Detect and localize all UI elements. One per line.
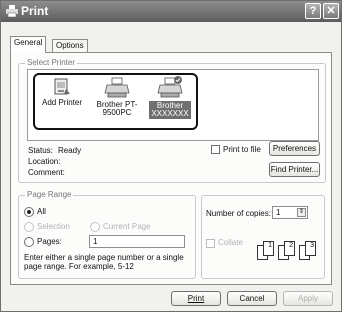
copies-label: Number of copies: xyxy=(206,209,271,218)
window-title: Print xyxy=(21,4,49,18)
comment-label: Comment: xyxy=(28,168,65,177)
radio-current-page-label: Current Page xyxy=(103,222,151,231)
collate-page-1b: 1 xyxy=(263,241,274,256)
radio-pages[interactable] xyxy=(24,237,34,247)
page-range-help-text: Enter either a single page number or a s… xyxy=(24,253,184,271)
collate-page-3b: 3 xyxy=(305,241,316,256)
radio-current-page[interactable] xyxy=(90,222,100,232)
print-button-label: Print xyxy=(187,294,205,303)
collate-page-2b: 2 xyxy=(284,241,295,256)
preferences-button[interactable]: Preferences xyxy=(269,141,320,156)
radio-pages-label: Pages: xyxy=(37,237,62,246)
status-value: Ready xyxy=(58,146,82,155)
radio-all[interactable] xyxy=(24,207,34,217)
select-printer-label: Select Printer xyxy=(25,58,78,67)
radio-selection[interactable] xyxy=(24,222,34,232)
status-label: Status: xyxy=(28,146,53,155)
radio-selection-label: Selection xyxy=(37,222,70,231)
title-bar[interactable]: Print ? ✕ xyxy=(1,1,341,22)
copies-spinner[interactable]: ⇕ xyxy=(297,208,306,217)
cancel-button[interactable]: Cancel xyxy=(227,291,277,306)
print-dialog: Print ? ✕ General Options Select Printer… xyxy=(0,0,342,312)
location-label: Location: xyxy=(28,157,61,166)
page-range-label: Page Range xyxy=(25,190,74,199)
tab-options-label: Options xyxy=(56,41,84,50)
printer-icon xyxy=(6,5,18,17)
find-printer-button[interactable]: Find Printer... xyxy=(269,162,320,177)
tab-general[interactable]: General xyxy=(10,36,47,53)
print-button[interactable]: Print xyxy=(171,291,221,306)
apply-button[interactable]: Apply xyxy=(283,291,333,306)
tab-options[interactable]: Options xyxy=(52,39,88,52)
print-to-file-checkbox[interactable] xyxy=(211,145,220,154)
radio-all-label: All xyxy=(37,207,46,216)
close-button[interactable]: ✕ xyxy=(323,3,339,19)
tab-general-label: General xyxy=(14,38,43,47)
print-to-file-label: Print to file xyxy=(223,145,261,154)
collate-label: Collate xyxy=(218,238,243,247)
help-button[interactable]: ? xyxy=(305,3,321,19)
collate-checkbox[interactable] xyxy=(206,239,215,248)
pages-input[interactable]: 1 xyxy=(89,235,185,248)
printer-highlight-box xyxy=(33,73,198,130)
